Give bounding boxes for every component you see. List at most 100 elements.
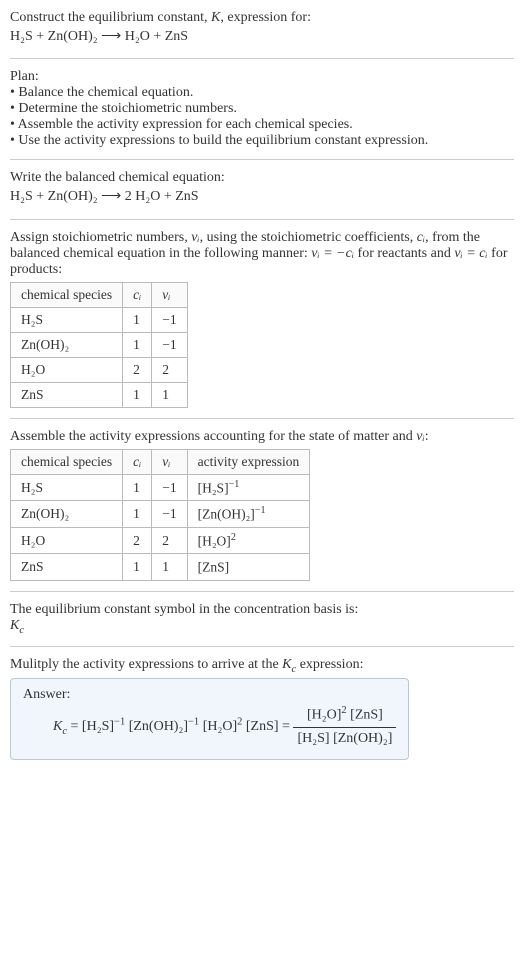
t3-exp: 2 (237, 717, 242, 728)
cell-ci: 2 (123, 357, 152, 382)
answer-box: Answer: Kc = [H₂S]−1 [Zn(OH)₂]−1 [H₂O]2 … (10, 678, 409, 759)
plan-bullet-4: • Use the activity expressions to build … (10, 133, 514, 149)
cell-nui: −1 (152, 332, 187, 357)
frac-num: [H₂O]2 [ZnS] (293, 703, 396, 728)
kc-sub: c (19, 625, 24, 636)
cell-ci: 1 (123, 554, 152, 581)
t1-exp: −1 (114, 717, 125, 728)
cell-species: H₂O (11, 357, 123, 382)
plan-bullet-3: • Assemble the activity expression for e… (10, 117, 514, 133)
table-row: Zn(OH)₂ 1 −1 (11, 332, 188, 357)
symbol-kc: Kc (10, 618, 514, 636)
cell-ci: 1 (123, 474, 152, 501)
cell-species: Zn(OH)₂ (11, 501, 123, 528)
multiply-text-a: Mulitply the activity expressions to arr… (10, 657, 282, 672)
num-a-base: [H₂O] (307, 708, 341, 723)
intro-text-b: , expression for: (220, 10, 311, 25)
assign-text-b: , using the stoichiometric coefficients, (200, 230, 417, 245)
term2: [Zn(OH)₂]−1 (129, 719, 199, 734)
table-row: H₂S 1 −1 (11, 307, 188, 332)
act-exp: −1 (255, 505, 266, 516)
activity-table: chemical species cᵢ νᵢ activity expressi… (10, 449, 310, 581)
symbol-block: The equilibrium constant symbol in the c… (10, 602, 514, 636)
intro-text-a: Construct the equilibrium constant, (10, 10, 211, 25)
intro-K: K (211, 10, 220, 25)
plan-bullet-1: • Balance the chemical equation. (10, 85, 514, 101)
cell-species: H₂S (11, 474, 123, 501)
assign-c: cᵢ (417, 230, 425, 245)
stoich-table: chemical species cᵢ νᵢ H₂S 1 −1 Zn(OH)₂ … (10, 282, 188, 408)
answer-eq: = (67, 719, 82, 734)
assign-text-a: Assign stoichiometric numbers, (10, 230, 191, 245)
th-species: chemical species (11, 449, 123, 474)
frac-den: [H₂S] [Zn(OH)₂] (293, 728, 396, 750)
divider (10, 159, 514, 160)
th-nui: νᵢ (152, 282, 187, 307)
cell-ci: 2 (123, 527, 152, 554)
act-exp: 2 (231, 532, 236, 543)
cell-species: H₂S (11, 307, 123, 332)
kc-pre: K (10, 618, 19, 633)
assemble-block: Assemble the activity expressions accoun… (10, 429, 514, 581)
cell-nui: 1 (152, 554, 187, 581)
divider (10, 591, 514, 592)
cell-species: ZnS (11, 382, 123, 407)
assign-nu: νᵢ (191, 230, 199, 245)
act-exp: −1 (229, 479, 240, 490)
plan-title: Plan: (10, 69, 514, 85)
cell-species: ZnS (11, 554, 123, 581)
cell-nui: −1 (152, 474, 187, 501)
num-b: [ZnS] (350, 708, 383, 723)
cell-nui: 2 (152, 527, 187, 554)
cell-activity: [ZnS] (187, 554, 310, 581)
t3-base: [H₂O] (203, 719, 237, 734)
cell-ci: 1 (123, 307, 152, 332)
cell-activity: [H₂S]−1 (187, 474, 310, 501)
assign-rel1: νᵢ = −cᵢ (311, 246, 354, 261)
multiply-text-b: expression: (296, 657, 363, 672)
cell-activity: [Zn(OH)₂]−1 (187, 501, 310, 528)
assemble-text-a: Assemble the activity expressions accoun… (10, 429, 416, 444)
t2-base: [Zn(OH)₂] (129, 719, 188, 734)
cell-ci: 1 (123, 382, 152, 407)
answer-eq2: = (279, 719, 294, 734)
act-base: [Zn(OH)₂] (198, 507, 255, 522)
cell-ci: 1 (123, 501, 152, 528)
balanced-title: Write the balanced chemical equation: (10, 170, 514, 186)
answer-kc: Kc (53, 719, 67, 734)
table-header-row: chemical species cᵢ νᵢ activity expressi… (11, 449, 310, 474)
th-nui: νᵢ (152, 449, 187, 474)
balanced-equation: H₂S + Zn(OH)₂ ⟶ 2 H₂O + ZnS (10, 186, 514, 208)
table-row: H₂S 1 −1 [H₂S]−1 (11, 474, 310, 501)
cell-species: Zn(OH)₂ (11, 332, 123, 357)
den-a: [H₂S] (297, 731, 329, 746)
answer-label: Answer: (23, 687, 396, 703)
th-ci: cᵢ (123, 449, 152, 474)
divider (10, 418, 514, 419)
den-b: [Zn(OH)₂] (333, 731, 392, 746)
cell-ci: 1 (123, 332, 152, 357)
term3: [H₂O]2 (203, 719, 243, 734)
assemble-text-b: : (425, 429, 429, 444)
assign-text-d: for reactants and (354, 246, 454, 261)
cell-nui: 1 (152, 382, 187, 407)
cell-species: H₂O (11, 527, 123, 554)
cell-nui: 2 (152, 357, 187, 382)
th-species: chemical species (11, 282, 123, 307)
assign-rel2: νᵢ = cᵢ (454, 246, 487, 261)
table-row: ZnS 1 1 [ZnS] (11, 554, 310, 581)
t2-exp: −1 (188, 717, 199, 728)
assemble-nu: νᵢ (416, 429, 424, 444)
answer-formula: Kc = [H₂S]−1 [Zn(OH)₂]−1 [H₂O]2 [ZnS] = … (23, 703, 396, 750)
t1-base: [H₂S] (82, 719, 114, 734)
plan-block: Plan: • Balance the chemical equation. •… (10, 69, 514, 149)
table-header-row: chemical species cᵢ νᵢ (11, 282, 188, 307)
kc-pre: K (282, 657, 291, 672)
plan-bullet-2: • Determine the stoichiometric numbers. (10, 101, 514, 117)
kc-pre: K (53, 719, 62, 734)
symbol-line1: The equilibrium constant symbol in the c… (10, 602, 514, 618)
cell-activity: [H₂O]2 (187, 527, 310, 554)
cell-nui: −1 (152, 501, 187, 528)
table-row: H₂O 2 2 [H₂O]2 (11, 527, 310, 554)
act-base: [H₂O] (198, 533, 231, 548)
